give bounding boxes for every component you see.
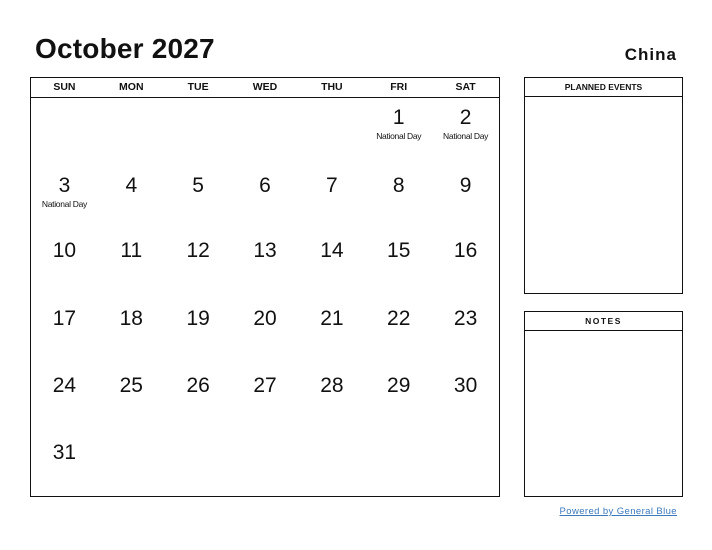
day-cell[interactable]: 29	[365, 366, 432, 433]
day-number: 8	[392, 174, 405, 197]
day-number: 7	[326, 174, 338, 197]
day-number: 29	[387, 374, 411, 397]
calendar-week: 17 18 19 20 21 22 23	[31, 299, 499, 366]
day-number: 3	[58, 174, 71, 197]
day-number: 10	[52, 239, 77, 262]
weekday-thu: THU	[321, 81, 343, 93]
day-number: 20	[253, 307, 277, 330]
day-number: 18	[119, 307, 143, 330]
notes-heading: NOTES	[525, 312, 682, 331]
day-cell[interactable]: 16	[432, 231, 499, 299]
day-cell[interactable]: 7	[298, 166, 365, 231]
day-number: 25	[119, 374, 143, 397]
holiday-label: National Day	[376, 131, 422, 141]
day-cell[interactable]: 31	[31, 433, 98, 496]
calendar-weeks: 1 National Day 2 National Day 3 National Day 4…	[31, 98, 499, 496]
day-cell	[432, 433, 499, 496]
day-cell	[98, 98, 165, 166]
day-cell[interactable]: 15	[365, 231, 432, 299]
notes-panel: NOTES	[524, 311, 683, 497]
day-number: 24	[52, 374, 77, 397]
calendar-grid: SUN MON TUE WED THU FRI SAT 1 National Da…	[30, 77, 500, 497]
day-cell	[298, 98, 365, 166]
weekday-fri: FRI	[390, 81, 408, 93]
day-cell[interactable]: 28	[298, 366, 365, 433]
day-cell[interactable]: 10	[31, 231, 98, 299]
day-cell[interactable]: 25	[98, 366, 165, 433]
day-cell[interactable]: 2 National Day	[432, 98, 499, 166]
weekday-wed: WED	[252, 81, 278, 93]
day-number: 9	[459, 174, 472, 197]
day-number: 27	[253, 374, 277, 397]
weekday-tue: TUE	[187, 81, 209, 93]
day-number: 21	[320, 307, 344, 330]
day-cell[interactable]: 11	[98, 231, 165, 299]
day-cell	[31, 98, 98, 166]
day-number: 15	[387, 239, 411, 262]
day-cell[interactable]: 14	[298, 231, 365, 299]
day-cell	[165, 433, 232, 496]
day-number: 6	[259, 174, 271, 197]
calendar-week: 24 25 26 27 28 29 30	[31, 366, 499, 433]
weekday-sun: SUN	[53, 81, 76, 93]
day-number: 26	[186, 374, 210, 397]
weekday-mon: MON	[119, 81, 144, 93]
holiday-label: National Day	[41, 199, 87, 209]
holiday-label: National Day	[443, 131, 489, 141]
day-cell[interactable]: 21	[298, 299, 365, 366]
calendar-week: 10 11 12 13 14 15 16	[31, 231, 499, 299]
calendar-week: 1 National Day 2 National Day	[31, 98, 499, 166]
country-label: China	[624, 45, 677, 64]
day-cell	[232, 98, 299, 166]
day-number: 11	[120, 239, 143, 262]
day-cell[interactable]: 9	[432, 166, 499, 231]
day-cell[interactable]: 27	[232, 366, 299, 433]
day-cell[interactable]: 18	[98, 299, 165, 366]
day-cell	[98, 433, 165, 496]
day-cell	[232, 433, 299, 496]
planned-events-panel: PLANNED EVENTS	[524, 77, 683, 294]
day-cell[interactable]: 23	[432, 299, 499, 366]
day-cell[interactable]: 19	[165, 299, 232, 366]
day-cell	[365, 433, 432, 496]
day-cell[interactable]: 8	[365, 166, 432, 231]
calendar-week: 31	[31, 433, 499, 496]
day-cell[interactable]: 4	[98, 166, 165, 231]
day-cell[interactable]: 17	[31, 299, 98, 366]
day-number: 14	[320, 239, 344, 262]
powered-by-link[interactable]: Powered by General Blue	[560, 506, 677, 517]
day-cell[interactable]: 13	[232, 231, 299, 299]
day-number: 23	[453, 307, 478, 330]
weekday-header: SUN MON TUE WED THU FRI SAT	[31, 78, 499, 98]
planned-events-heading: PLANNED EVENTS	[525, 78, 682, 97]
day-cell[interactable]: 30	[432, 366, 499, 433]
day-number: 28	[320, 374, 344, 397]
day-cell[interactable]: 6	[232, 166, 299, 231]
day-number: 5	[192, 174, 204, 197]
day-number: 30	[453, 374, 478, 397]
day-cell	[298, 433, 365, 496]
day-number: 2	[459, 106, 472, 129]
day-number: 17	[52, 307, 77, 330]
weekday-sat: SAT	[455, 81, 476, 93]
day-number: 19	[186, 307, 210, 330]
day-cell	[165, 98, 232, 166]
day-cell[interactable]: 3 National Day	[31, 166, 98, 231]
day-number: 22	[387, 307, 411, 330]
day-cell[interactable]: 22	[365, 299, 432, 366]
day-number: 16	[453, 239, 478, 262]
day-cell[interactable]: 5	[165, 166, 232, 231]
day-cell[interactable]: 1 National Day	[365, 98, 432, 166]
day-cell[interactable]: 24	[31, 366, 98, 433]
day-number: 1	[392, 106, 405, 129]
day-cell[interactable]: 20	[232, 299, 299, 366]
page-title: October 2027	[35, 33, 215, 64]
day-cell[interactable]: 12	[165, 231, 232, 299]
day-number: 13	[253, 239, 277, 262]
day-number: 4	[125, 174, 138, 197]
day-number: 31	[52, 441, 77, 464]
day-number: 12	[186, 239, 210, 262]
calendar-week: 3 National Day 4 5 6 7 8 9	[31, 166, 499, 231]
day-cell[interactable]: 26	[165, 366, 232, 433]
